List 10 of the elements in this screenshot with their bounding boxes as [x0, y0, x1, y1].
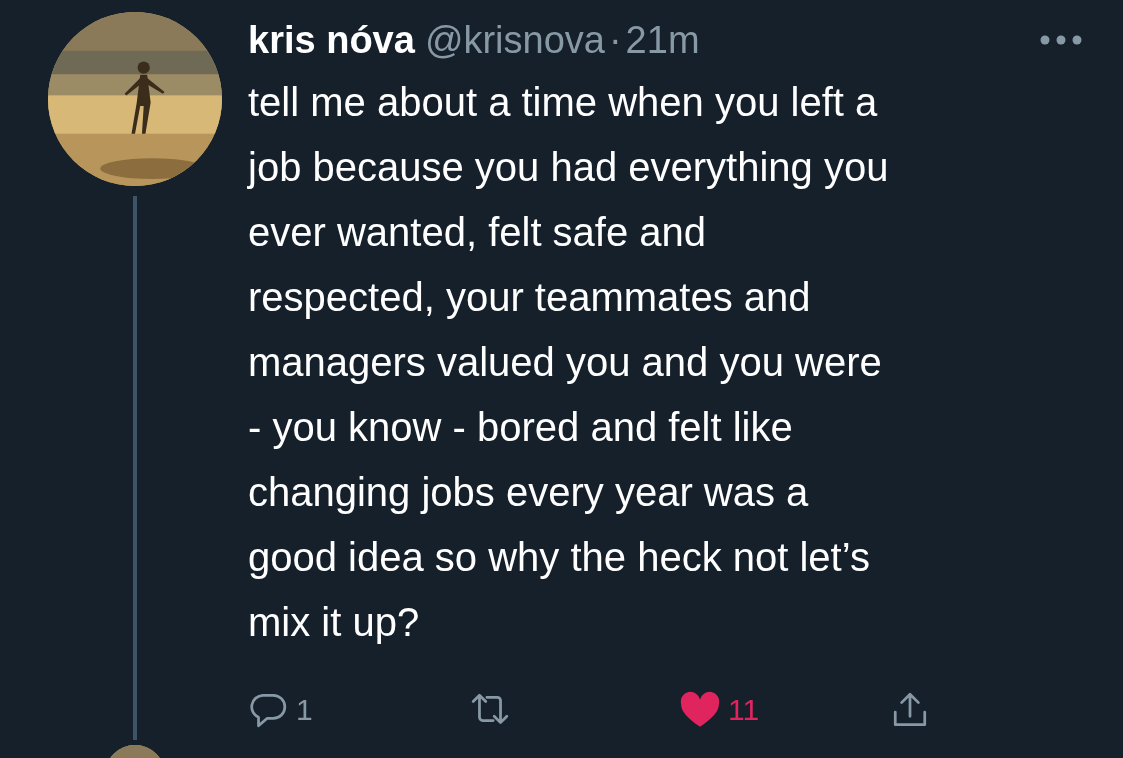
author-handle[interactable]: @krisnova: [424, 14, 605, 66]
timestamp[interactable]: 21m: [625, 14, 700, 66]
author-name[interactable]: kris nóva: [248, 14, 415, 66]
heart-icon[interactable]: [680, 691, 720, 729]
action-count: 1: [296, 693, 313, 727]
more-icon[interactable]: [1039, 34, 1083, 46]
action-count: 11: [728, 693, 760, 727]
tweet-text: tell me about a time when you left a job because you had everything you ever wanted, felt safe and respected, your teammates and managers valued you and you were - you know - bored and felt like changing jobs every year was a good idea so why the heck not let’s mix it up?: [248, 79, 890, 646]
speech-bubble-icon[interactable]: [248, 691, 288, 729]
separator-dot: ·: [608, 18, 622, 63]
